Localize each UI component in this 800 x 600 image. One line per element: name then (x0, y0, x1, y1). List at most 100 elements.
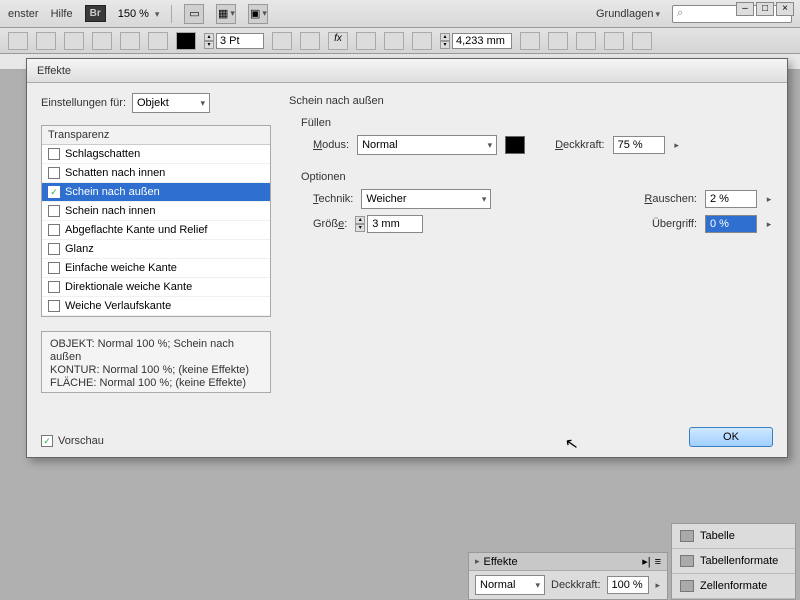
tool-icon[interactable] (8, 32, 28, 50)
effect-item-schatten-innen[interactable]: Schatten nach innen (42, 164, 270, 183)
search-icon: ⌕ (677, 7, 683, 20)
dialog-title: Effekte (27, 59, 787, 83)
panel-deckkraft-label: Deckkraft: (551, 579, 601, 591)
tool-icon[interactable] (412, 32, 432, 50)
menu-hilfe[interactable]: Hilfe (51, 8, 73, 20)
tool-icon[interactable] (148, 32, 168, 50)
tool-icon[interactable] (548, 32, 568, 50)
fill-swatch[interactable] (176, 32, 196, 50)
tool-icon[interactable] (92, 32, 112, 50)
panel-zellenformate[interactable]: Zellenformate (672, 574, 795, 599)
tool-icon[interactable] (300, 32, 320, 50)
panel-mode-dropdown[interactable]: Normal (475, 575, 545, 595)
effect-item-verlaufskante[interactable]: Weiche Verlaufskante (42, 297, 270, 316)
zoom-value: 150 % (118, 8, 149, 20)
stroke-weight[interactable]: ▴▾ 3 Pt (204, 33, 264, 49)
deckkraft-arrow[interactable]: ▸ (673, 140, 681, 151)
checkbox[interactable] (48, 300, 60, 312)
minimize-button[interactable]: – (736, 2, 754, 16)
groesse-input[interactable]: 3 mm (367, 215, 423, 233)
panel-tabellenformate[interactable]: Tabellenformate (672, 549, 795, 574)
tool-icon[interactable] (632, 32, 652, 50)
tool-icon[interactable] (36, 32, 56, 50)
arrange-icon[interactable]: ▦ (216, 4, 236, 24)
ok-button[interactable]: OK (689, 427, 773, 447)
zoom-dropdown[interactable]: 150 % (118, 8, 160, 20)
groesse-spinner[interactable]: ▴▾ 3 mm (355, 215, 423, 233)
fx-icon[interactable]: fx (328, 32, 348, 50)
effects-panel-header[interactable]: Effekte▸|≡ (469, 553, 667, 571)
preview-label: Vorschau (58, 435, 104, 447)
cell-formats-icon (680, 580, 694, 592)
options-group-label: Optionen (301, 171, 773, 183)
effect-item-einfache-kante[interactable]: Einfache weiche Kante (42, 259, 270, 278)
effect-item-schlagschatten[interactable]: Schlagschatten (42, 145, 270, 164)
stroke-weight-value[interactable]: 3 Pt (216, 33, 264, 49)
tool-icon[interactable] (120, 32, 140, 50)
view-mode-icon[interactable]: ▭ (184, 4, 204, 24)
tool-icon[interactable] (356, 32, 376, 50)
panel-tabelle[interactable]: Tabelle (672, 524, 795, 549)
panel-deckkraft-arrow[interactable]: ▸ (655, 580, 661, 591)
effects-panel: Effekte▸|≡ Normal Deckkraft: 100 % ▸ (468, 552, 668, 600)
settings-for-label: Einstellungen für: (41, 97, 126, 109)
checkbox[interactable] (48, 167, 60, 179)
maximize-button[interactable]: □ (756, 2, 774, 16)
effects-dialog: Effekte Einstellungen für: Objekt Transp… (26, 58, 788, 458)
tool-icon[interactable] (604, 32, 624, 50)
measurement-input[interactable]: ▴▾ 4,233 mm (440, 33, 512, 49)
table-formats-icon (680, 555, 694, 567)
tool-icon[interactable] (384, 32, 404, 50)
effect-item-glanz[interactable]: Glanz (42, 240, 270, 259)
color-swatch[interactable] (505, 136, 525, 154)
bridge-button[interactable]: Br (85, 5, 106, 22)
table-icon (680, 530, 694, 542)
effect-item-schein-aussen[interactable]: ✓Schein nach außen (42, 183, 270, 202)
checkbox[interactable] (48, 148, 60, 160)
effects-summary: OBJEKT: Normal 100 %; Schein nach außen … (41, 331, 271, 393)
rauschen-input[interactable]: 2 % (705, 190, 757, 208)
uebergriff-arrow[interactable]: ▸ (765, 219, 773, 230)
uebergriff-label: Übergriff: (652, 218, 697, 230)
deckkraft-input[interactable]: 75 % (613, 136, 665, 154)
modus-dropdown[interactable]: Normal (357, 135, 497, 155)
rauschen-arrow[interactable]: ▸ (765, 194, 773, 205)
uebergriff-input[interactable]: 0 % (705, 215, 757, 233)
workspace-dropdown[interactable]: Grundlagen (596, 8, 660, 20)
effects-list-header[interactable]: Transparenz (42, 126, 270, 145)
control-toolbar: ▴▾ 3 Pt fx ▴▾ 4,233 mm (0, 28, 800, 54)
tool-icon[interactable] (520, 32, 540, 50)
modus-label: Modus: (313, 139, 349, 151)
tool-icon[interactable] (64, 32, 84, 50)
checkbox[interactable]: ✓ (48, 186, 60, 198)
screen-mode-icon[interactable]: ▣ (248, 4, 268, 24)
checkbox[interactable] (48, 243, 60, 255)
tool-icon[interactable] (576, 32, 596, 50)
right-section-title: Schein nach außen (289, 95, 773, 107)
menu-fenster[interactable]: enster (8, 8, 39, 20)
panel-deckkraft-input[interactable]: 100 % (607, 576, 649, 594)
checkbox[interactable] (48, 262, 60, 274)
effect-item-schein-innen[interactable]: Schein nach innen (42, 202, 270, 221)
fill-group-label: Füllen (301, 117, 773, 129)
technik-label: Technik: (313, 193, 353, 205)
effect-item-direktionale-kante[interactable]: Direktionale weiche Kante (42, 278, 270, 297)
groesse-label: Größe: (313, 218, 347, 230)
settings-for-dropdown[interactable]: Objekt (132, 93, 210, 113)
checkbox[interactable] (48, 205, 60, 217)
panel-stack: Tabelle Tabellenformate Zellenformate (671, 523, 796, 600)
panel-menu-icon[interactable]: ≡ (655, 556, 661, 568)
close-button[interactable]: × (776, 2, 794, 16)
measurement-value[interactable]: 4,233 mm (452, 33, 512, 49)
menubar: enster Hilfe Br 150 % ▭ ▦ ▣ Grundlagen ⌕… (0, 0, 800, 28)
technik-dropdown[interactable]: Weicher (361, 189, 491, 209)
rauschen-label: Rauschen: (644, 193, 697, 205)
panel-collapse-icon[interactable]: ▸| (642, 555, 650, 568)
preview-checkbox[interactable]: ✓ (41, 435, 53, 447)
tool-icon[interactable] (272, 32, 292, 50)
checkbox[interactable] (48, 281, 60, 293)
checkbox[interactable] (48, 224, 60, 236)
effects-list: Transparenz Schlagschatten Schatten nach… (41, 125, 271, 317)
deckkraft-label: Deckkraft: (555, 139, 605, 151)
effect-item-abgeflachte-kante[interactable]: Abgeflachte Kante und Relief (42, 221, 270, 240)
